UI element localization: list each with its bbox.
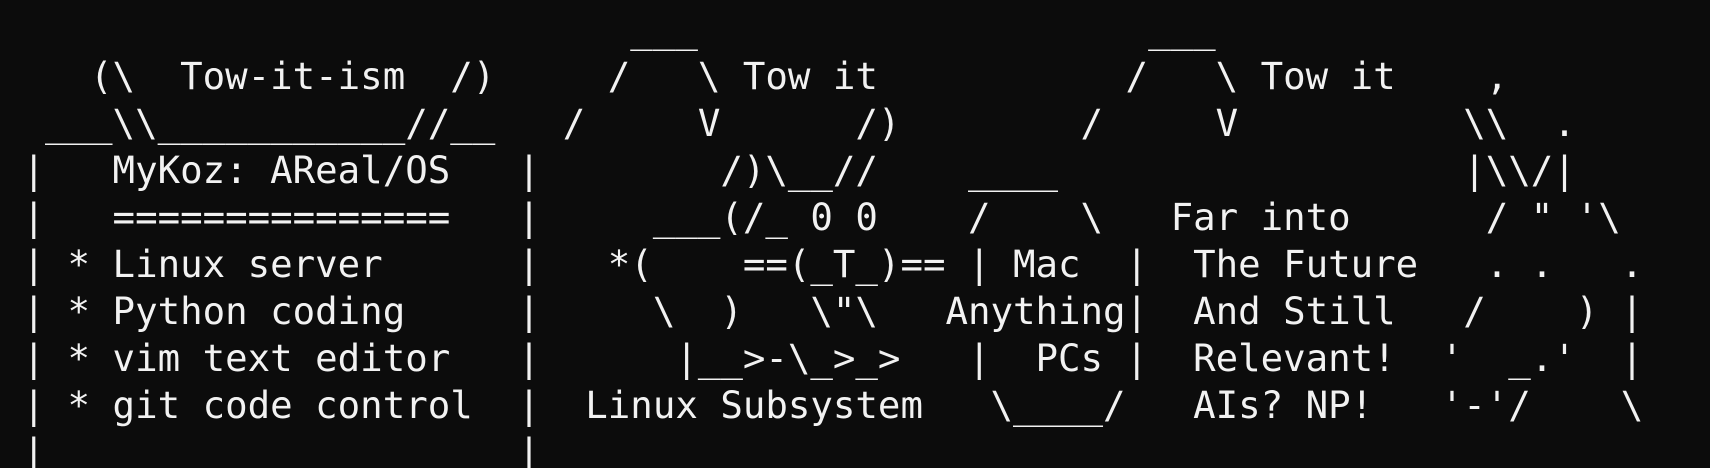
ascii-line-9: | * git code control | Linux Subsystem \… (0, 383, 1644, 427)
ascii-line-3: ___\\___________//__ / V /) / V \\ . (0, 101, 1576, 145)
ascii-line-10: |_____________________| (0, 430, 541, 468)
ascii-line-2: (\ Tow-it-ism /) / \ Tow it / \ Tow it , (0, 54, 1509, 98)
ascii-line-4: | MyKoz: AReal/OS | /)\__// ____ |\\/| (0, 148, 1576, 192)
ascii-line-5: | =============== | ___(/_ 0 0 / \ Far i… (0, 195, 1621, 239)
ascii-line-1: ___ ___ (0, 7, 1216, 51)
ascii-line-7: | * Python coding | \ ) \"\ Anything| An… (0, 289, 1644, 333)
ascii-line-6: | * Linux server | *( ==(_T_)== | Mac | … (0, 242, 1644, 286)
terminal-window[interactable]: ___ ___ (\ Tow-it-ism /) / \ Tow it / \ … (0, 0, 1710, 468)
ascii-line-8: | * vim text editor | |__>-\_>_> | PCs |… (0, 336, 1644, 380)
ascii-art-output: ___ ___ (\ Tow-it-ism /) / \ Tow it / \ … (0, 6, 1644, 468)
